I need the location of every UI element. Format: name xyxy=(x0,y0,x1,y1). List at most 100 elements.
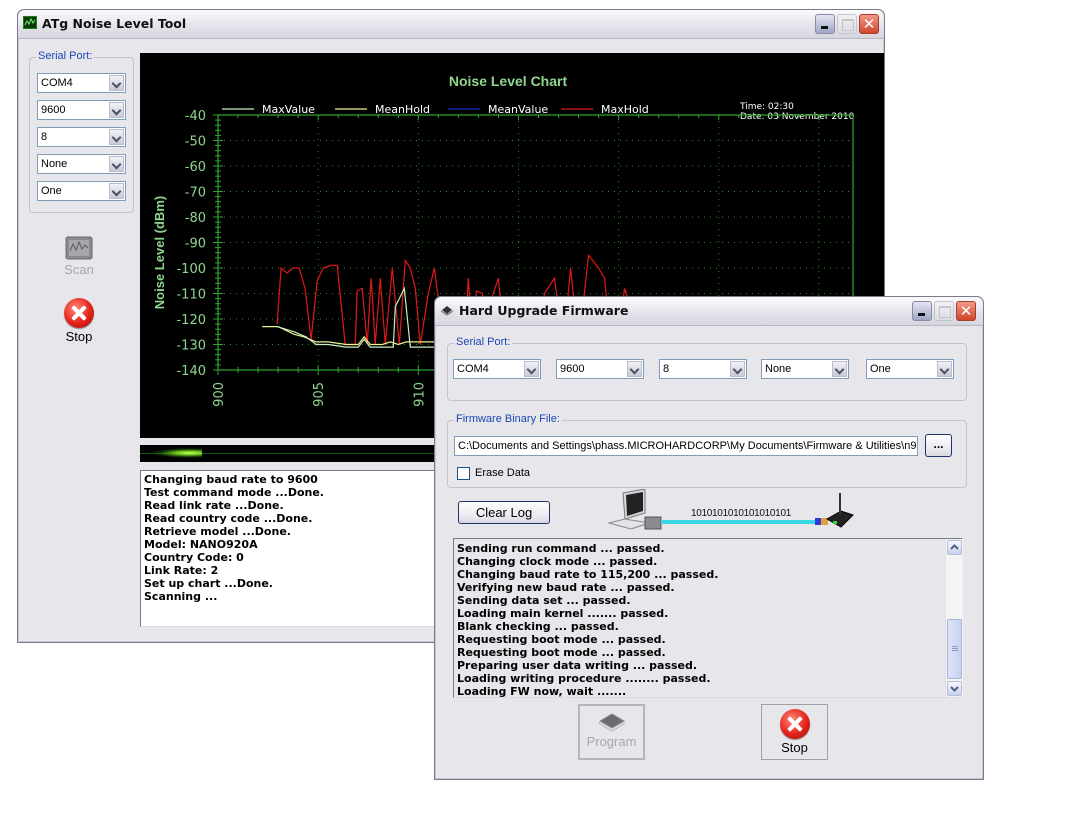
series-line-maxvalue xyxy=(276,286,439,348)
log-line: Loading main kernel ....... passed. xyxy=(457,607,669,620)
firmware-path-input[interactable]: C:\Documents and Settings\phass.MICROHAR… xyxy=(454,436,918,456)
close-button[interactable]: ✕ xyxy=(956,301,976,321)
log-line: Sending run command ... passed. xyxy=(457,542,665,555)
minimize-button[interactable] xyxy=(815,14,835,34)
y-tick-label: -80 xyxy=(185,211,206,226)
y-tick-label: -50 xyxy=(185,135,206,150)
y-tick-label: -40 xyxy=(185,109,206,124)
x-tick-label: 910 xyxy=(412,382,427,407)
window-title: ATg Noise Level Tool xyxy=(42,16,187,31)
chevron-down-icon[interactable] xyxy=(109,183,124,199)
legend-label-maxvalue: MaxValue xyxy=(262,103,315,116)
firmware-title-bar[interactable]: Hard Upgrade Firmware ✕ xyxy=(435,297,983,326)
fw-parity-select[interactable]: None xyxy=(761,359,849,379)
maximize-button[interactable] xyxy=(934,301,954,321)
y-tick-label: -90 xyxy=(185,237,206,252)
chevron-down-icon[interactable] xyxy=(832,361,847,377)
laptop-icon xyxy=(607,489,662,530)
chevron-down-icon xyxy=(950,686,959,692)
y-tick-label: -100 xyxy=(176,262,206,277)
scan-button[interactable]: Scan xyxy=(54,236,104,282)
close-button[interactable]: ✕ xyxy=(859,14,879,34)
transfer-bits-text: 1010101010101010101 xyxy=(691,508,791,519)
x-tick-label: 900 xyxy=(212,382,227,407)
chevron-down-icon[interactable] xyxy=(109,129,124,145)
port-select[interactable]: COM4 xyxy=(37,73,126,93)
y-tick-label: -120 xyxy=(176,313,206,328)
chip-icon xyxy=(440,306,454,316)
y-axis-label: Noise Level (dBm) xyxy=(152,196,167,309)
firmware-log[interactable]: Sending run command ... passed. Changing … xyxy=(453,538,963,698)
minimize-button[interactable] xyxy=(912,301,932,321)
chevron-down-icon[interactable] xyxy=(627,361,642,377)
firmware-window-title: Hard Upgrade Firmware xyxy=(459,303,629,318)
legend-label-meanhold: MeanHold xyxy=(375,103,430,116)
program-label: Program xyxy=(586,734,637,749)
log-line: Preparing user data writing ... passed. xyxy=(457,659,698,672)
chevron-down-icon[interactable] xyxy=(109,156,124,172)
app-chart-icon xyxy=(23,16,37,29)
log-line: Verifying new baud rate ... passed. xyxy=(457,581,675,594)
scroll-up-button[interactable] xyxy=(947,540,962,555)
log-line: Requesting boot mode ... passed. xyxy=(457,633,666,646)
log-line: Changing baud rate to 115,200 ... passed… xyxy=(457,568,719,581)
stop-icon xyxy=(64,298,94,328)
y-tick-label: -110 xyxy=(176,288,206,303)
log-line: Sending data set ... passed. xyxy=(457,594,631,607)
chart-title: Noise Level Chart xyxy=(449,73,568,89)
firmware-file-group: Firmware Binary File: C:\Documents and S… xyxy=(447,413,967,488)
fw-baud-select[interactable]: 9600 xyxy=(556,359,644,379)
data-bits-select[interactable]: 8 xyxy=(37,127,126,147)
chart-time: Time: 02:30 xyxy=(739,102,794,112)
browse-button[interactable]: ... xyxy=(925,434,952,457)
chevron-down-icon[interactable] xyxy=(524,361,539,377)
scan-chart-icon xyxy=(65,236,93,260)
clear-log-button[interactable]: Clear Log xyxy=(458,501,550,524)
modem-icon xyxy=(815,493,854,528)
transfer-illustration: 1010101010101010101 xyxy=(605,489,865,533)
log-line: Changing clock mode ... passed. xyxy=(457,555,658,568)
erase-data-label: Erase Data xyxy=(475,467,531,479)
series-line-meanhold xyxy=(262,326,439,346)
log-line: Requesting boot mode ... passed. xyxy=(457,646,666,659)
fw-port-select[interactable]: COM4 xyxy=(453,359,541,379)
serial-port-label: Serial Port: xyxy=(36,50,95,62)
stop-bits-select[interactable]: One xyxy=(37,181,126,201)
scroll-down-button[interactable] xyxy=(947,681,962,696)
erase-data-checkbox[interactable] xyxy=(457,467,470,480)
y-tick-label: -70 xyxy=(185,186,206,201)
firmware-log-scrollbar[interactable] xyxy=(945,539,963,697)
maximize-button[interactable] xyxy=(837,14,857,34)
chevron-down-icon[interactable] xyxy=(730,361,745,377)
fw-serial-port-label: Serial Port: xyxy=(454,336,513,348)
log-line: Blank checking ... passed. xyxy=(457,620,619,633)
scan-progress-indicator xyxy=(152,448,203,458)
serial-port-group: Serial Port: COM4 9600 8 None One xyxy=(29,50,134,213)
log-line: Loading writing procedure ........ passe… xyxy=(457,672,711,685)
chevron-down-icon[interactable] xyxy=(109,102,124,118)
parity-select[interactable]: None xyxy=(37,154,126,174)
baud-select[interactable]: 9600 xyxy=(37,100,126,120)
fw-stop-bits-select[interactable]: One xyxy=(866,359,954,379)
fw-stop-button[interactable]: Stop xyxy=(761,704,828,760)
scroll-thumb[interactable] xyxy=(947,619,962,679)
x-tick-label: 905 xyxy=(312,382,327,407)
fw-stop-label: Stop xyxy=(781,740,808,755)
chevron-down-icon[interactable] xyxy=(109,75,124,91)
legend-label-maxhold: MaxHold xyxy=(601,103,649,116)
stop-button[interactable]: Stop xyxy=(54,298,104,344)
fw-serial-port-group: Serial Port: COM4 9600 8 None One xyxy=(447,336,967,401)
legend-label-meanvalue: MeanValue xyxy=(488,103,548,116)
title-bar[interactable]: ATg Noise Level Tool ✕ xyxy=(18,10,884,39)
program-button[interactable]: Program xyxy=(578,704,645,760)
y-tick-label: -60 xyxy=(185,160,206,175)
y-tick-label: -140 xyxy=(176,364,206,379)
fw-data-bits-select[interactable]: 8 xyxy=(659,359,747,379)
firmware-window: Hard Upgrade Firmware ✕ Serial Port: COM… xyxy=(434,296,984,780)
chevron-down-icon[interactable] xyxy=(937,361,952,377)
chevron-up-icon xyxy=(950,544,959,550)
serial-cable xyxy=(661,520,817,524)
log-line: Loading FW now, wait ....... xyxy=(457,685,627,698)
chart-date: Date: 03 November 2010 xyxy=(740,112,855,122)
stop-label: Stop xyxy=(65,329,93,344)
